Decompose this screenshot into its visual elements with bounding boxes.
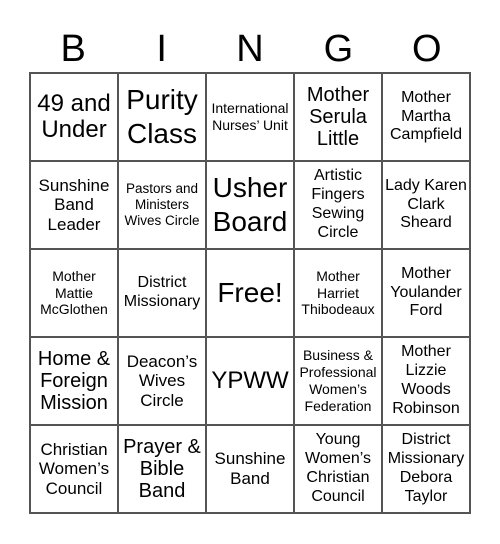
bingo-cell[interactable]: Young Women’s Christian Council [294, 425, 382, 513]
bingo-cell[interactable]: YPWW [206, 337, 294, 425]
bingo-cell[interactable]: Business & Professional Women’s Federati… [294, 337, 382, 425]
bingo-cell[interactable]: Christian Women’s Council [30, 425, 118, 513]
bingo-cell[interactable]: Usher Board [206, 161, 294, 249]
bingo-cell[interactable]: Sunshine Band Leader [30, 161, 118, 249]
bingo-cell[interactable]: Deacon’s Wives Circle [118, 337, 206, 425]
bingo-cell[interactable]: Mother Harriet Thibodeaux [294, 249, 382, 337]
bingo-cell[interactable]: Mother Youlander Ford [382, 249, 470, 337]
header-letter-n: N [236, 28, 264, 70]
bingo-header: B I N G O [29, 26, 471, 72]
bingo-cell[interactable]: Sunshine Band [206, 425, 294, 513]
bingo-cell[interactable]: Lady Karen Clark Sheard [382, 161, 470, 249]
bingo-cell[interactable]: Mother Serula Little [294, 73, 382, 161]
header-letter-g: G [323, 28, 354, 70]
bingo-cell[interactable]: Pastors and Ministers Wives Circle [118, 161, 206, 249]
bingo-cell[interactable]: Mother Mattie McGlothen [30, 249, 118, 337]
free-space[interactable]: Free! [206, 249, 294, 337]
header-letter-i: I [156, 28, 167, 70]
bingo-cell[interactable]: District Missionary [118, 249, 206, 337]
bingo-cell[interactable]: Artistic Fingers Sewing Circle [294, 161, 382, 249]
bingo-cell[interactable]: District Missionary Debora Taylor [382, 425, 470, 513]
bingo-cell[interactable]: International Nurses’ Unit [206, 73, 294, 161]
header-letter-o: O [412, 28, 442, 70]
bingo-cell[interactable]: Prayer & Bible Band [118, 425, 206, 513]
bingo-cell[interactable]: Home & Foreign Mission [30, 337, 118, 425]
bingo-cell[interactable]: Mother Lizzie Woods Robinson [382, 337, 470, 425]
bingo-grid: 49 and Under Purity Class International … [29, 72, 471, 514]
bingo-cell[interactable]: Purity Class [118, 73, 206, 161]
bingo-cell[interactable]: Mother Martha Campfield [382, 73, 470, 161]
header-letter-b: B [60, 28, 86, 70]
bingo-cell[interactable]: 49 and Under [30, 73, 118, 161]
